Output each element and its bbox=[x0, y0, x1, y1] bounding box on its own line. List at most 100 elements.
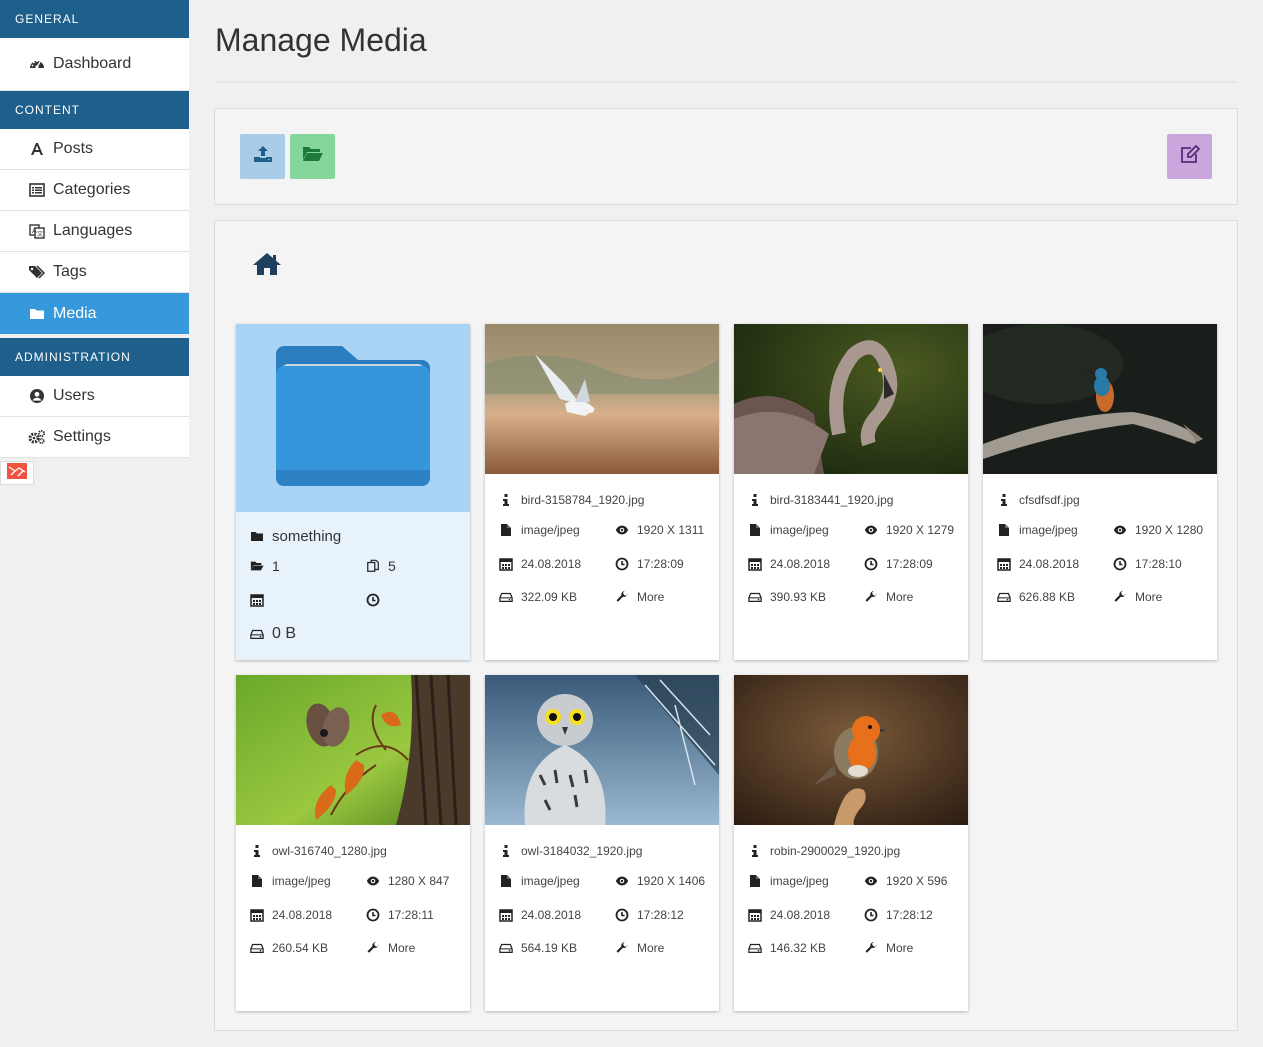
file-card[interactable]: bird-3158784_1920.jpg image/jpeg 1920 X … bbox=[485, 324, 719, 660]
file-date: 24.08.2018 bbox=[770, 908, 831, 922]
hdd-icon bbox=[250, 941, 264, 955]
eye-icon bbox=[615, 523, 629, 537]
more-link[interactable]: More bbox=[366, 940, 415, 956]
sidebar-item-posts[interactable]: Posts bbox=[0, 129, 189, 170]
clock-icon bbox=[864, 557, 878, 571]
media-browser: something 1 5 0 B bird-3158784_1920.jpg … bbox=[214, 220, 1238, 1031]
file-card[interactable]: robin-2900029_1920.jpg image/jpeg 1920 X… bbox=[734, 675, 968, 1011]
calendar-icon bbox=[499, 908, 513, 922]
file-time-row: 17:28:12 bbox=[864, 907, 933, 923]
folder-card[interactable]: something 1 5 0 B bbox=[236, 324, 470, 660]
more-link[interactable]: More bbox=[864, 589, 913, 605]
wrench-icon bbox=[864, 590, 878, 604]
sidebar-item-label: Dashboard bbox=[53, 55, 132, 72]
info-icon bbox=[250, 844, 264, 858]
file-size-row: 146.32 KB bbox=[748, 940, 826, 956]
file-date: 24.08.2018 bbox=[521, 557, 582, 571]
sidebar-item-label: Posts bbox=[53, 140, 94, 157]
file-name-row: owl-316740_1280.jpg bbox=[250, 843, 387, 859]
file-size: 564.19 KB bbox=[521, 941, 578, 955]
file-dimensions-row: 1920 X 1280 bbox=[1113, 522, 1203, 538]
page-title: Manage Media bbox=[215, 22, 427, 58]
file-time-row: 17:28:10 bbox=[1113, 556, 1182, 572]
file-date: 24.08.2018 bbox=[770, 557, 831, 571]
folder-files: 5 bbox=[366, 558, 396, 574]
more-label: More bbox=[886, 941, 914, 955]
calendar-icon bbox=[250, 908, 264, 922]
more-link[interactable]: More bbox=[615, 589, 664, 605]
wrench-icon bbox=[1113, 590, 1127, 604]
file-name: owl-3184032_1920.jpg bbox=[521, 844, 643, 858]
file-dimensions-row: 1920 X 1406 bbox=[615, 873, 705, 889]
file-size-row: 626.88 KB bbox=[997, 589, 1075, 605]
clock-icon bbox=[366, 908, 380, 922]
file-size: 626.88 KB bbox=[1019, 590, 1076, 604]
file-date: 24.08.2018 bbox=[521, 908, 582, 922]
file-name-row: bird-3158784_1920.jpg bbox=[499, 492, 644, 508]
sidebar-item-dashboard[interactable]: Dashboard bbox=[0, 38, 189, 91]
file-time: 17:28:12 bbox=[637, 908, 684, 922]
file-type: image/jpeg bbox=[272, 874, 331, 888]
laravel-logo-icon bbox=[6, 462, 28, 485]
folder-name: something bbox=[272, 527, 342, 545]
file-name-row: robin-2900029_1920.jpg bbox=[748, 843, 900, 859]
upload-button[interactable] bbox=[240, 134, 285, 179]
file-card[interactable]: cfsdfsdf.jpg image/jpeg 1920 X 1280 24.0… bbox=[983, 324, 1217, 660]
file-type-row: image/jpeg bbox=[499, 522, 580, 538]
file-date-row: 24.08.2018 bbox=[748, 907, 830, 923]
file-type: image/jpeg bbox=[521, 874, 580, 888]
wrench-icon bbox=[366, 941, 380, 955]
image-thumbnail bbox=[236, 675, 470, 825]
sidebar-item-label: Users bbox=[53, 387, 95, 404]
file-type: image/jpeg bbox=[770, 874, 829, 888]
file-size-row: 260.54 KB bbox=[250, 940, 328, 956]
file-name: robin-2900029_1920.jpg bbox=[770, 844, 901, 858]
info-icon bbox=[997, 493, 1011, 507]
sidebar-item-categories[interactable]: Categories bbox=[0, 170, 189, 211]
tags-icon bbox=[28, 263, 46, 281]
debug-toggle-button[interactable] bbox=[0, 461, 34, 485]
upload-icon bbox=[253, 145, 273, 168]
more-link[interactable]: More bbox=[615, 940, 664, 956]
breadcrumb-home[interactable] bbox=[252, 251, 282, 277]
file-date: 24.08.2018 bbox=[1019, 557, 1080, 571]
sidebar-section-general: GENERAL bbox=[0, 0, 189, 38]
file-card[interactable]: owl-316740_1280.jpg image/jpeg 1280 X 84… bbox=[236, 675, 470, 1011]
wrench-icon bbox=[615, 941, 629, 955]
folder-size-value: 0 B bbox=[272, 625, 297, 642]
file-card[interactable]: bird-3183441_1920.jpg image/jpeg 1920 X … bbox=[734, 324, 968, 660]
title-divider bbox=[215, 81, 1237, 83]
hdd-icon bbox=[748, 941, 762, 955]
sidebar-item-users[interactable]: Users bbox=[0, 376, 189, 417]
sidebar-section-administration: ADMINISTRATION bbox=[0, 338, 189, 376]
sidebar-item-languages[interactable]: A文 Languages bbox=[0, 211, 189, 252]
file-icon bbox=[499, 523, 513, 537]
list-alt-icon bbox=[28, 181, 46, 199]
more-link[interactable]: More bbox=[864, 940, 913, 956]
font-icon bbox=[28, 140, 46, 158]
edit-button[interactable] bbox=[1167, 134, 1212, 179]
file-card[interactable]: owl-3184032_1920.jpg image/jpeg 1920 X 1… bbox=[485, 675, 719, 1011]
file-count: 5 bbox=[388, 558, 396, 574]
new-folder-button[interactable] bbox=[290, 134, 335, 179]
more-link[interactable]: More bbox=[1113, 589, 1162, 605]
file-time: 17:28:11 bbox=[388, 908, 434, 922]
file-time: 17:28:09 bbox=[637, 557, 684, 571]
sidebar-item-tags[interactable]: Tags bbox=[0, 252, 189, 293]
folder-icon bbox=[28, 305, 46, 323]
file-time-row: 17:28:09 bbox=[615, 556, 684, 572]
more-label: More bbox=[637, 590, 665, 604]
sidebar-item-media[interactable]: Media bbox=[0, 293, 189, 334]
clock-icon bbox=[366, 593, 380, 607]
wrench-icon bbox=[864, 941, 878, 955]
file-date-row: 24.08.2018 bbox=[499, 556, 581, 572]
calendar-icon bbox=[499, 557, 513, 571]
file-icon bbox=[250, 874, 264, 888]
hdd-icon bbox=[250, 627, 264, 641]
info-icon bbox=[499, 844, 513, 858]
sidebar-item-label: Languages bbox=[53, 222, 133, 239]
sidebar-item-settings[interactable]: Settings bbox=[0, 417, 189, 458]
image-thumbnail bbox=[485, 675, 719, 825]
file-time: 17:28:12 bbox=[886, 908, 933, 922]
folder-icon bbox=[250, 529, 264, 543]
